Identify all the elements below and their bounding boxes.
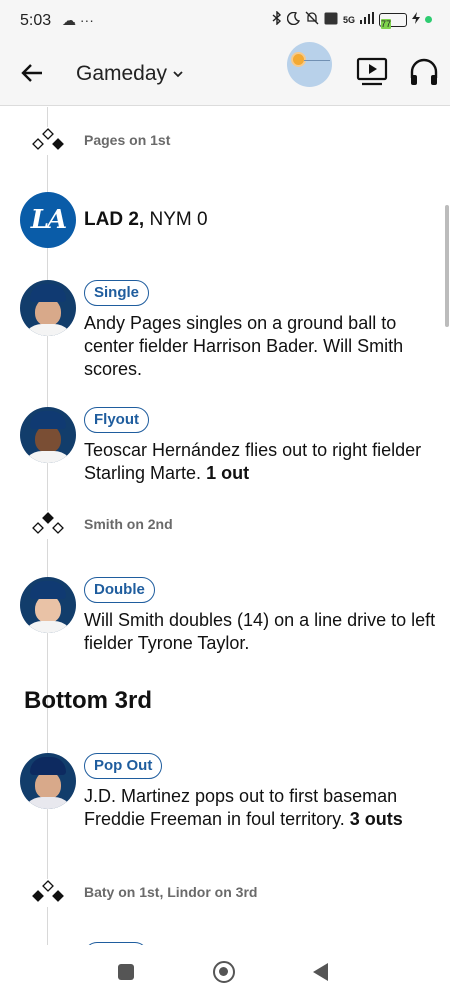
audio-button[interactable] [408,56,440,88]
player-avatar [20,407,76,463]
recent-apps-button[interactable] [118,964,134,980]
tv-play-icon [356,57,388,86]
status-time: 5:03 [20,12,52,29]
mute-bell-icon [305,11,319,28]
avatar-shirt [22,621,74,633]
base-state-text: Baty on 1st, Lindor on 3rd [84,884,258,900]
bases-diamond-icon [30,879,66,907]
scrollbar[interactable] [445,205,449,327]
headphones-icon [410,58,438,85]
play-type-badge: Flyout [84,407,149,433]
play-type-badge: Pop Out [84,753,163,779]
page-title: Gameday [76,62,168,85]
play-description-text: Andy Pages singles on a ground ball to c… [84,313,404,379]
score-text: LAD 2, NYM 0 [84,209,208,231]
play-description: J.D. Martinez pops out to first baseman … [84,785,436,831]
charging-icon [412,12,420,27]
player-avatar [20,280,76,336]
status-notification-icons: ☁ ··· [62,12,94,28]
chevron-down-icon [173,71,183,78]
dodgers-logo: LA [20,192,76,248]
lad-score: LAD 2, [84,209,145,230]
team-logo-text: LA [30,205,67,235]
base-state-row: Pages on 1st [0,127,450,155]
network-type: 5G [342,14,355,25]
bubble-line [304,60,330,61]
system-navigation-bar [0,945,450,1000]
base-state-row: Smith on 2nd [0,511,450,539]
bases-diamond-icon [30,127,66,155]
bases-diamond-icon [30,511,66,539]
base-state-text: Pages on 1st [84,132,171,148]
floating-bubble[interactable] [287,42,332,87]
privacy-indicator-dot [425,16,432,23]
base-state-text: Smith on 2nd [84,516,173,532]
player-avatar [20,753,76,809]
outs-count: 3 outs [349,809,403,829]
tv-button[interactable] [356,56,388,88]
avatar-shirt [22,451,74,463]
avatar-cap [30,581,66,599]
back-nav-button[interactable] [313,963,328,981]
avatar-face [35,298,61,326]
play-type-badge: Double [84,577,155,603]
avatar-face [35,595,61,623]
home-button[interactable] [213,961,235,983]
play-description-text: Teoscar Hernández flies out to right fie… [84,440,422,483]
battery-level: 77 [381,18,392,29]
avatar-face [35,425,61,453]
inning-header: Bottom 3rd [24,687,152,714]
signal-icon [360,12,374,27]
play-description: Will Smith doubles (14) on a line drive … [84,609,436,655]
bluetooth-icon [272,10,282,28]
back-button[interactable] [18,58,48,88]
avatar-cap [30,284,66,302]
player-avatar [20,577,76,633]
status-bar: 5:03 ☁ ··· 5G 77 [0,0,450,44]
play-type-badge: Single [84,280,150,306]
play-description: Teoscar Hernández flies out to right fie… [84,439,436,485]
score-update: LA LAD 2, NYM 0 [0,192,450,248]
play-description-text: Will Smith doubles (14) on a line drive … [84,610,436,653]
gameday-dropdown[interactable]: Gameday [76,62,183,86]
volte-icon [324,12,338,28]
play-description: Andy Pages singles on a ground ball to c… [84,312,436,381]
avatar-shirt [22,324,74,336]
avatar-shirt [22,797,74,809]
outs-count: 1 out [206,463,250,483]
play-feed[interactable]: Pages on 1st LA LAD 2, NYM 0 Single Andy… [0,107,450,945]
nym-score: NYM 0 [149,209,208,230]
app-header: Gameday [0,42,450,106]
avatar-cap [30,411,66,429]
moon-icon [286,11,300,28]
arrow-left-icon [21,64,42,82]
avatar-face [35,771,61,799]
status-indicators: 5G 77 [272,10,432,29]
base-state-row: Baty on 1st, Lindor on 3rd [0,879,450,907]
battery-icon: 77 [379,12,407,29]
avatar-cap [30,757,66,775]
